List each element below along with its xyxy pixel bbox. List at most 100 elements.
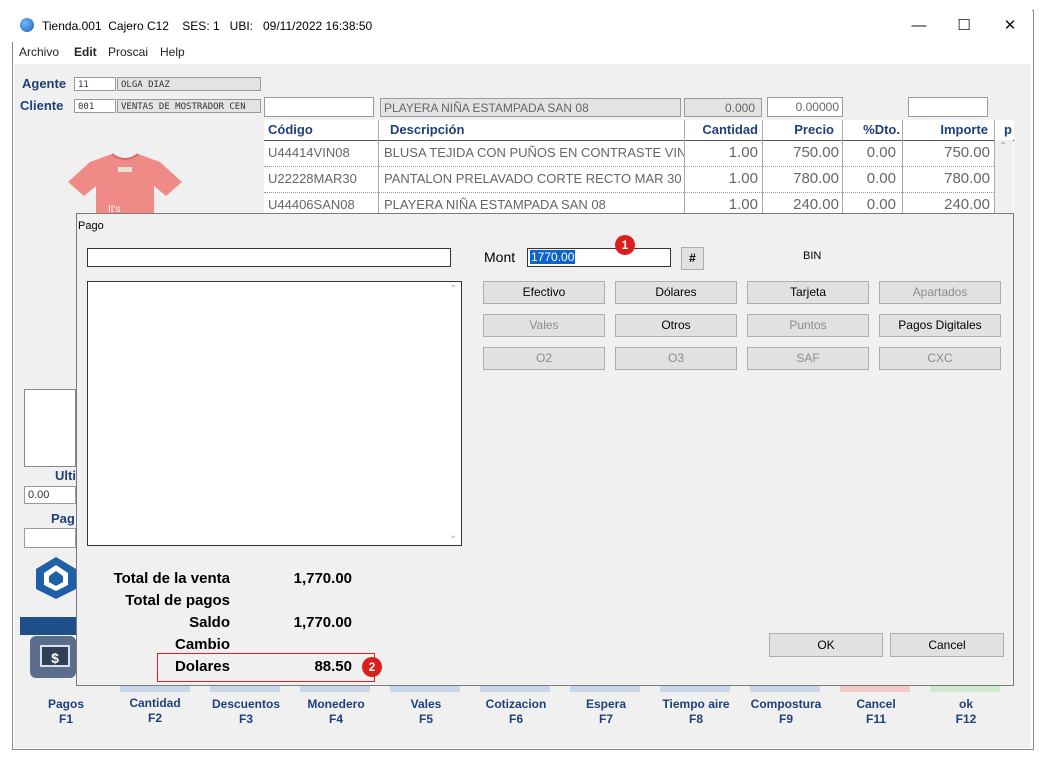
row-dto: 0.00: [866, 144, 896, 161]
fkey-key: F4: [328, 712, 343, 726]
apartados-button[interactable]: Apartados: [879, 281, 1001, 304]
tarjeta-button[interactable]: Tarjeta: [747, 281, 869, 304]
pag-field[interactable]: [24, 528, 76, 548]
saldo-label: Saldo: [189, 614, 230, 631]
fkey-tile: [570, 686, 640, 692]
fkey-cancel[interactable]: Cancel F11: [831, 697, 921, 727]
cxc-button[interactable]: CXC: [879, 347, 1001, 370]
grid-col-p[interactable]: p: [1004, 120, 1012, 140]
agente-label: Agente: [22, 76, 67, 91]
dolares-label: Dolares: [174, 658, 230, 675]
scroll-up-icon[interactable]: ⌃: [449, 284, 457, 295]
grid-col-codigo[interactable]: Código: [268, 120, 313, 140]
o3-button[interactable]: O3: [615, 347, 737, 370]
ulti-value-field[interactable]: 0.00: [24, 486, 76, 504]
row-dto: 0.00: [866, 170, 896, 187]
ok-button[interactable]: OK: [769, 633, 883, 657]
menu-edit[interactable]: Edit: [74, 45, 97, 59]
product-image: It's: [68, 153, 182, 214]
fkey-key: F5: [418, 712, 433, 726]
dolares-button[interactable]: Dólares: [615, 281, 737, 304]
extra-input[interactable]: [908, 97, 988, 117]
o2-button[interactable]: O2: [483, 347, 605, 370]
grid-col-descripcion[interactable]: Descripción: [390, 120, 465, 140]
fkey-label: Espera: [585, 697, 627, 711]
row-codigo: U44406SAN08: [268, 197, 355, 212]
menu-help[interactable]: Help: [160, 45, 185, 59]
fkey-pagos[interactable]: Pagos F1: [21, 697, 111, 727]
maximize-button[interactable]: ☐: [944, 14, 984, 38]
dialog-title: Pago: [78, 220, 104, 232]
row-descripcion: PANTALON PRELAVADO CORTE RECTO MAR 30: [384, 171, 682, 186]
agente-code-field[interactable]: 11: [74, 77, 116, 91]
saldo-value: 1,770.00: [293, 614, 352, 631]
menu-proscai[interactable]: Proscai: [108, 45, 148, 59]
puntos-button[interactable]: Puntos: [747, 314, 869, 337]
grid-col-precio[interactable]: Precio: [764, 120, 834, 140]
cancel-button[interactable]: Cancel: [890, 633, 1004, 657]
total-venta-label: Total de la venta: [113, 570, 230, 587]
ulti-label: Ulti: [55, 468, 76, 483]
cambio-label: Cambio: [174, 636, 230, 653]
fkey-key: F8: [688, 712, 703, 726]
fkey-vales[interactable]: Vales F5: [381, 697, 471, 727]
row-codigo: U44414VIN08: [268, 145, 350, 160]
brand-logo: [36, 557, 76, 599]
fkey-descuentos[interactable]: Descuentos F3: [201, 697, 291, 727]
annotation-marker: 2: [362, 657, 382, 677]
row-importe: 750.00: [944, 144, 990, 161]
row-cantidad: 1.00: [728, 170, 758, 187]
pagos-digitales-button[interactable]: Pagos Digitales: [879, 314, 1001, 337]
row-cantidad: 1.00: [728, 196, 758, 213]
dollar-icon: $: [40, 645, 70, 667]
fkey-tile: [930, 686, 1000, 692]
efectivo-button[interactable]: Efectivo: [483, 281, 605, 304]
fkey-tile: [390, 686, 460, 692]
scroll-down-icon[interactable]: ⌄: [449, 530, 457, 541]
fkey-ok[interactable]: ok F12: [921, 697, 1011, 727]
fkey-espera[interactable]: Espera F7: [561, 697, 651, 727]
fkey-label: Pagos: [47, 697, 84, 711]
item-price-input[interactable]: 0.00000: [767, 97, 843, 117]
mont-label: Mont: [484, 249, 516, 265]
fkey-key: F2: [147, 711, 162, 725]
grid-col-importe[interactable]: Importe: [904, 120, 988, 140]
mont-value: 1770.00: [530, 250, 576, 264]
fkey-tiempo-aire[interactable]: Tiempo aire F8: [651, 697, 741, 727]
item-code-input[interactable]: [264, 97, 374, 117]
payments-list[interactable]: [87, 281, 462, 546]
otros-button[interactable]: Otros: [615, 314, 737, 337]
grid-col-cantidad[interactable]: Cantidad: [686, 120, 758, 140]
item-description-field: PLAYERA NIÑA ESTAMPADA SAN 08: [380, 98, 681, 117]
hash-button[interactable]: #: [681, 247, 704, 270]
row-precio: 240.00: [793, 196, 839, 213]
fkey-key: F7: [598, 712, 613, 726]
fkey-tile: [210, 686, 280, 692]
fkey-cotizacion[interactable]: Cotizacion F6: [471, 697, 561, 727]
fkey-cantidad[interactable]: Cantidad F2: [110, 696, 200, 726]
fkey-label: Tiempo aire: [662, 697, 730, 711]
fkey-monedero[interactable]: Monedero F4: [291, 697, 381, 727]
menu-archivo[interactable]: Archivo: [19, 45, 59, 59]
total-pagos-label: Total de pagos: [125, 592, 230, 609]
saf-button[interactable]: SAF: [747, 347, 869, 370]
row-dto: 0.00: [866, 196, 896, 213]
fkey-label: Cancel: [856, 697, 896, 711]
fkey-compostura[interactable]: Compostura F9: [741, 697, 831, 727]
cliente-name-field: VENTAS DE MOSTRADOR CEN: [117, 99, 261, 113]
payments-list-scrollbar[interactable]: [445, 282, 461, 545]
scroll-up-icon[interactable]: ⌃: [999, 141, 1007, 152]
row-codigo: U22228MAR30: [268, 171, 357, 186]
fkey-label: ok: [958, 697, 973, 711]
fkey-tile: [840, 686, 910, 692]
grid-col-dto[interactable]: %Dto.: [846, 120, 900, 140]
vales-button[interactable]: Vales: [483, 314, 605, 337]
side-blue-bar: [20, 617, 76, 635]
minimize-button[interactable]: —: [899, 14, 939, 38]
annotation-marker: 1: [615, 235, 635, 255]
close-button[interactable]: ✕: [990, 14, 1030, 38]
fkey-key: F9: [778, 712, 793, 726]
fkey-tile: [750, 686, 820, 692]
cliente-code-field[interactable]: 001: [74, 99, 116, 113]
reference-input[interactable]: [87, 248, 451, 267]
